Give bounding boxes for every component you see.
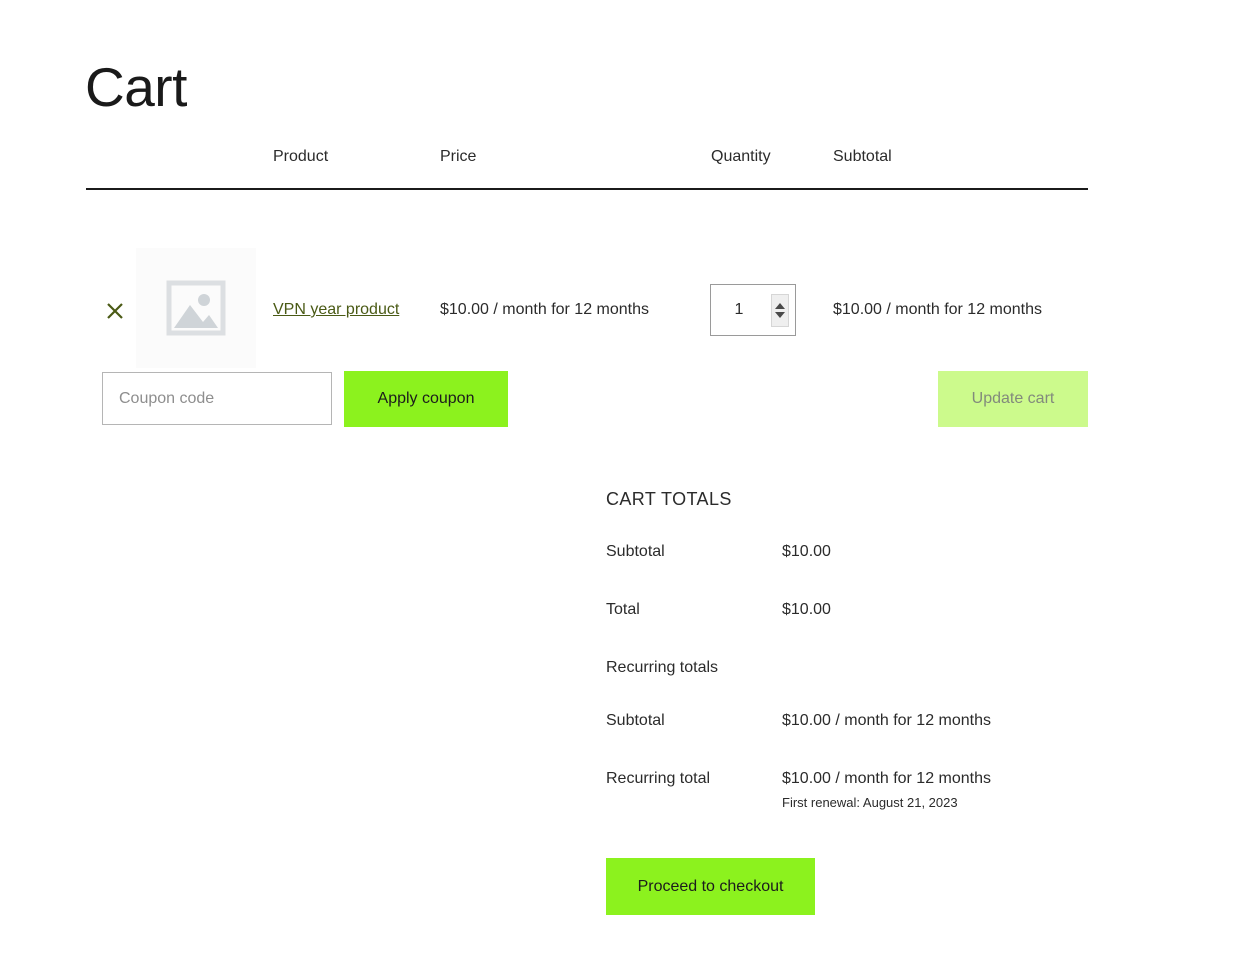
proceed-to-checkout-button[interactable]: Proceed to checkout — [606, 858, 815, 915]
cart-totals-panel: CART TOTALS Subtotal $10.00 Total $10.00… — [606, 489, 1086, 828]
product-subtotal: $10.00 / month for 12 months — [833, 301, 1043, 318]
page-title: Cart — [85, 55, 187, 118]
totals-label: Total — [606, 601, 640, 618]
spinner-up-arrow-icon[interactable] — [775, 303, 785, 309]
totals-row-recurring-total: Recurring total $10.00 / month for 12 mo… — [606, 770, 1086, 810]
coupon-code-input[interactable] — [102, 372, 332, 425]
totals-row-total: Total $10.00 — [606, 601, 1086, 639]
totals-value: $10.00 / month for 12 months — [782, 770, 992, 787]
recurring-totals-heading: Recurring totals — [606, 659, 719, 676]
quantity-stepper[interactable] — [710, 284, 796, 336]
product-name-link[interactable]: VPN year product — [273, 301, 399, 319]
totals-row-subtotal: Subtotal $10.00 — [606, 543, 1086, 581]
totals-label: Subtotal — [606, 543, 665, 560]
column-header-quantity: Quantity — [711, 148, 771, 165]
product-thumbnail[interactable] — [136, 248, 256, 368]
product-price: $10.00 / month for 12 months — [440, 301, 650, 318]
totals-value: $10.00 / month for 12 months — [782, 712, 992, 729]
close-x-icon — [107, 303, 123, 319]
apply-coupon-button[interactable]: Apply coupon — [344, 371, 508, 427]
totals-value: $10.00 — [782, 543, 831, 560]
table-row: VPN year product $10.00 / month for 12 m… — [86, 190, 1088, 368]
totals-label: Recurring total — [606, 770, 711, 787]
totals-value: $10.00 — [782, 601, 831, 618]
first-renewal-note: First renewal: August 21, 2023 — [782, 795, 958, 810]
update-cart-button[interactable]: Update cart — [938, 371, 1088, 427]
column-header-price: Price — [440, 148, 477, 165]
quantity-box — [710, 284, 796, 336]
remove-item-button[interactable] — [104, 300, 126, 322]
spinner-down-arrow-icon[interactable] — [775, 312, 785, 318]
cart-totals-title: CART TOTALS — [606, 489, 732, 509]
quantity-input[interactable] — [711, 285, 767, 335]
quantity-spinner[interactable] — [771, 294, 789, 327]
totals-row-recurring-subtotal: Subtotal $10.00 / month for 12 months — [606, 712, 1086, 750]
cart-table-header-row: Product Price Quantity Subtotal — [86, 148, 1088, 190]
cart-table: Product Price Quantity Subtotal VPN year… — [86, 148, 1088, 368]
column-header-subtotal: Subtotal — [833, 148, 892, 165]
image-placeholder-icon — [166, 280, 226, 336]
totals-label: Subtotal — [606, 712, 665, 729]
column-header-product: Product — [273, 148, 329, 165]
totals-row-recurring-heading: Recurring totals — [606, 659, 1086, 689]
